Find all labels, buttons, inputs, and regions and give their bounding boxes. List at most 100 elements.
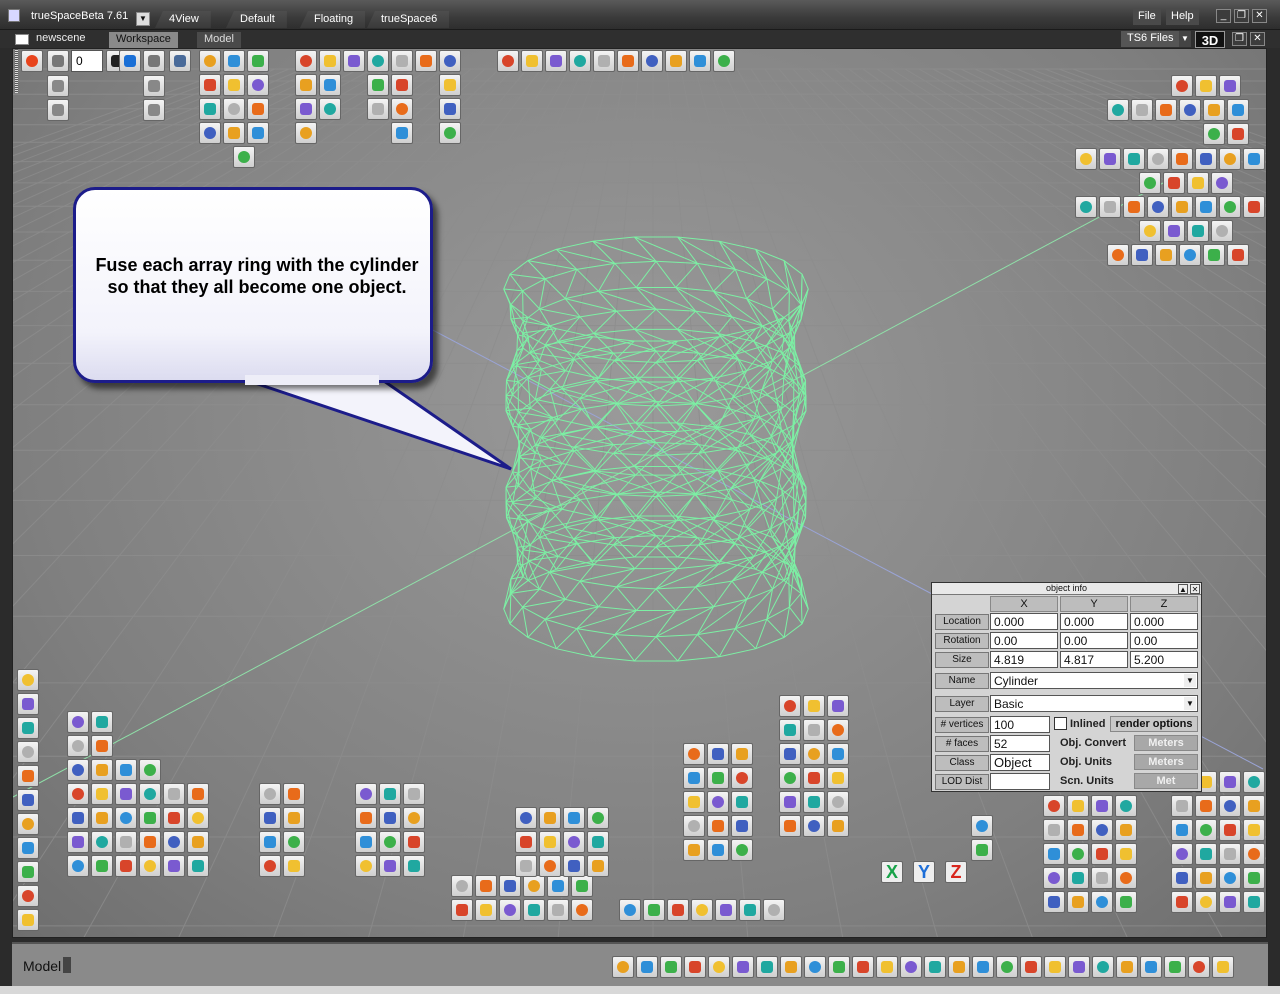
bottom-k-tool-1-0-button[interactable] xyxy=(971,839,993,861)
3d-viewport[interactable]: Fuse each array ring with the cylinder s… xyxy=(12,48,1267,938)
view-3d-button[interactable]: 3D xyxy=(1195,31,1225,48)
left-side-tool-3-0-button[interactable] xyxy=(17,741,39,763)
rotation-y-field[interactable]: 0.00 xyxy=(1060,632,1128,649)
left-side-tool-10-0-button[interactable] xyxy=(17,909,39,931)
bottom-i-tool-1-1-button[interactable] xyxy=(707,767,729,789)
render-row1-tool-0-4-button[interactable] xyxy=(1203,99,1225,121)
render-row1-tool-0-3-button[interactable] xyxy=(1179,99,1201,121)
bottom-c-tool-3-2-button[interactable] xyxy=(115,855,137,877)
bottom-d-tool-0-0-button[interactable] xyxy=(259,783,281,805)
bottom-e-tool-0-2-button[interactable] xyxy=(403,783,425,805)
nav-tool-0-8-button[interactable] xyxy=(689,50,711,72)
bottom-l-tool-4-1-button[interactable] xyxy=(1067,891,1089,913)
bottom-m-tool-0-3-button[interactable] xyxy=(1243,771,1265,793)
bottom-e-tool-3-0-button[interactable] xyxy=(355,855,377,877)
status-tool-5-button[interactable] xyxy=(732,956,754,978)
bottom-a-tool-0-1-button[interactable] xyxy=(91,711,113,733)
left-side-tool-9-0-button[interactable] xyxy=(17,885,39,907)
bottom-c-tool-1-0-button[interactable] xyxy=(67,807,89,829)
bottom-l-tool-3-3-button[interactable] xyxy=(1115,867,1137,889)
bottom-c-tool-1-5-button[interactable] xyxy=(187,807,209,829)
bottom-j-tool-5-2-button[interactable] xyxy=(827,815,849,837)
bottom-c-tool-3-4-button[interactable] xyxy=(163,855,185,877)
bottom-j-tool-5-0-button[interactable] xyxy=(779,815,801,837)
bottom-g-tool-2-3-button[interactable] xyxy=(587,855,609,877)
render-options-button[interactable]: render options xyxy=(1110,716,1198,732)
bottom-m-tool-2-3-button[interactable] xyxy=(1243,819,1265,841)
render-row6-tool-0-3-button[interactable] xyxy=(1211,220,1233,242)
bottom-c-tool-3-3-button[interactable] xyxy=(139,855,161,877)
bottom-m-tool-2-2-button[interactable] xyxy=(1219,819,1241,841)
inlined-checkbox[interactable] xyxy=(1054,717,1067,730)
bottom-l-tool-3-0-button[interactable] xyxy=(1043,867,1065,889)
rotation-x-field[interactable]: 0.00 xyxy=(990,632,1058,649)
status-tool-9-button[interactable] xyxy=(828,956,850,978)
bottom-h-tool-0-4-button[interactable] xyxy=(715,899,737,921)
bottom-f-tool-0-0-button[interactable] xyxy=(451,875,473,897)
bottom-i-tool-3-2-button[interactable] xyxy=(731,815,753,837)
bottom-i-tool-0-0-button[interactable] xyxy=(683,743,705,765)
left-side-tool-7-0-button[interactable] xyxy=(17,837,39,859)
chevron-down-icon[interactable]: ▼ xyxy=(1184,674,1196,687)
bottom-j-tool-4-2-button[interactable] xyxy=(827,791,849,813)
bottom-f-tool-1-3-button[interactable] xyxy=(523,899,545,921)
bottom-h-tool-0-1-button[interactable] xyxy=(643,899,665,921)
bottom-m-tool-3-1-button[interactable] xyxy=(1195,843,1217,865)
bottom-d-tool-3-0-button[interactable] xyxy=(259,855,281,877)
bottom-i-tool-4-0-button[interactable] xyxy=(683,839,705,861)
bottom-j-tool-5-1-button[interactable] xyxy=(803,815,825,837)
left-side-tool-1-0-button[interactable] xyxy=(17,693,39,715)
render-row1-tool-0-2-button[interactable] xyxy=(1155,99,1177,121)
bottom-j-tool-4-1-button[interactable] xyxy=(803,791,825,813)
render-row7-tool-0-3-button[interactable] xyxy=(1179,244,1201,266)
scene-name[interactable]: newscene xyxy=(36,32,86,44)
bottom-a2-tool-0-1-button[interactable] xyxy=(91,735,113,757)
bottom-i-tool-2-0-button[interactable] xyxy=(683,791,705,813)
bottom-g-tool-0-3-button[interactable] xyxy=(587,807,609,829)
bottom-j-tool-1-1-button[interactable] xyxy=(803,719,825,741)
bottom-f-tool-0-5-button[interactable] xyxy=(571,875,593,897)
close-button[interactable]: ✕ xyxy=(1252,9,1267,23)
bottom-j-tool-1-0-button[interactable] xyxy=(779,719,801,741)
layout-dropdown-icon[interactable]: ▼ xyxy=(136,12,150,26)
bottom-d-tool-1-1-button[interactable] xyxy=(283,807,305,829)
bottom-c-tool-0-4-button[interactable] xyxy=(163,783,185,805)
bottom-c-tool-2-3-button[interactable] xyxy=(139,831,161,853)
bottom-c-tool-2-0-button[interactable] xyxy=(67,831,89,853)
render-top-tool-0-1-button[interactable] xyxy=(1195,75,1217,97)
render-row3-tool-0-2-button[interactable] xyxy=(1123,148,1145,170)
bottom-c-tool-3-0-button[interactable] xyxy=(67,855,89,877)
bottom-c-tool-1-3-button[interactable] xyxy=(139,807,161,829)
bottom-c-tool-2-5-button[interactable] xyxy=(187,831,209,853)
bottom-e-tool-2-0-button[interactable] xyxy=(355,831,377,853)
lod-field[interactable] xyxy=(990,773,1050,790)
bottom-g-tool-1-0-button[interactable] xyxy=(515,831,537,853)
bottom-i-tool-3-0-button[interactable] xyxy=(683,815,705,837)
bottom-j-tool-3-2-button[interactable] xyxy=(827,767,849,789)
bottom-e-tool-2-1-button[interactable] xyxy=(379,831,401,853)
bottom-j-tool-0-1-button[interactable] xyxy=(803,695,825,717)
bottom-j-tool-2-1-button[interactable] xyxy=(803,743,825,765)
bottom-g-tool-1-2-button[interactable] xyxy=(563,831,585,853)
status-tool-13-button[interactable] xyxy=(924,956,946,978)
render-row3-tool-0-0-button[interactable] xyxy=(1075,148,1097,170)
render-row3-tool-0-6-button[interactable] xyxy=(1219,148,1241,170)
bottom-l-tool-2-3-button[interactable] xyxy=(1115,843,1137,865)
bottom-g-tool-0-1-button[interactable] xyxy=(539,807,561,829)
bottom-m-tool-4-3-button[interactable] xyxy=(1243,867,1265,889)
status-tool-12-button[interactable] xyxy=(900,956,922,978)
bottom-c-tool-1-1-button[interactable] xyxy=(91,807,113,829)
bottom-l-tool-0-1-button[interactable] xyxy=(1067,795,1089,817)
location-z-field[interactable]: 0.000 xyxy=(1130,613,1198,630)
left-side-tool-8-0-button[interactable] xyxy=(17,861,39,883)
bottom-e-tool-3-1-button[interactable] xyxy=(379,855,401,877)
panel-minimize-icon[interactable]: ▲ xyxy=(1178,584,1188,594)
bottom-l-tool-3-2-button[interactable] xyxy=(1091,867,1113,889)
bottom-m-tool-1-1-button[interactable] xyxy=(1195,795,1217,817)
bottom-e-tool-2-2-button[interactable] xyxy=(403,831,425,853)
render-row3-tool-0-1-button[interactable] xyxy=(1099,148,1121,170)
bottom-j-tool-1-2-button[interactable] xyxy=(827,719,849,741)
status-tool-20-button[interactable] xyxy=(1092,956,1114,978)
bottom-f-tool-0-3-button[interactable] xyxy=(523,875,545,897)
render-row5-tool-0-6-button[interactable] xyxy=(1219,196,1241,218)
